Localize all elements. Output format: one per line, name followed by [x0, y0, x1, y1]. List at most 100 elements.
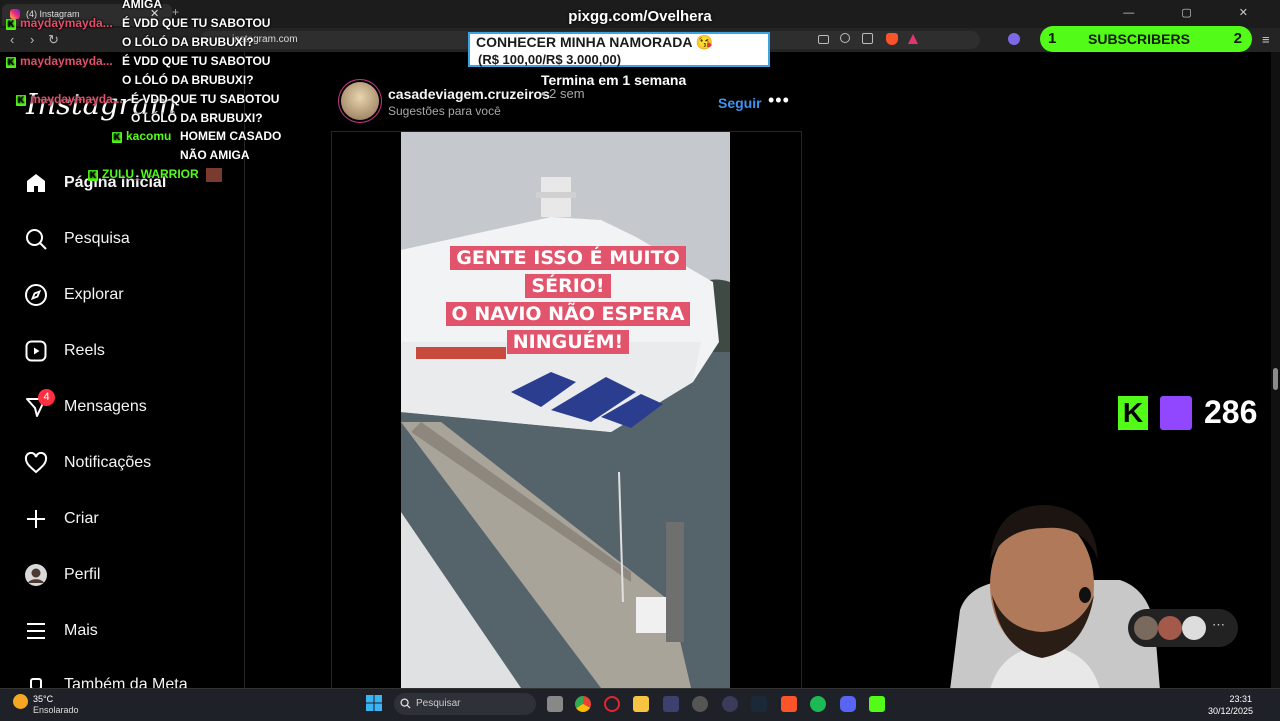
discord-icon[interactable] [840, 696, 856, 712]
post-caption-overlay: GENTE ISSO É MUITO SÉRIO! O NAVIO NÃO ES… [434, 244, 702, 356]
kick-icon: K [112, 132, 122, 143]
subscribers-counter: 1 SUBSCRIBERS 2 [1040, 26, 1252, 52]
zoom-icon[interactable] [840, 33, 850, 43]
browser-menu-icon[interactable]: ≡ [1262, 32, 1270, 47]
viewer-counter: K 286 [1118, 394, 1268, 432]
app-icon[interactable] [722, 696, 738, 712]
nav-notifications[interactable]: Notificações [22, 445, 232, 485]
chat-message: K ZULU_WARRIOR [88, 165, 223, 184]
scrollbar-thumb[interactable] [1273, 368, 1278, 390]
kick-icon: K [6, 57, 16, 68]
chat-message-text: É VDD QUE TU SABOTOU O LÓLÓ DA BRUBUXI? [122, 54, 271, 87]
post-suggestion-label: Sugestões para você [388, 104, 501, 118]
page-scrollbar[interactable] [1271, 52, 1280, 688]
menu-icon [27, 623, 45, 639]
nav-reels-label: Reels [64, 342, 105, 359]
nav-search-label: Pesquisa [64, 230, 130, 247]
back-button[interactable]: ‹ [10, 32, 14, 47]
nav-more[interactable]: Mais [22, 613, 232, 653]
chat-message: Kmaydaymayda... [6, 14, 113, 33]
reload-button[interactable]: ↻ [48, 32, 59, 48]
chat-message-text: AMIGA [122, 0, 162, 11]
chat-message-text: É VDD QUE TU SABOTOU O LÓLÓ DA BRUBUXI? [122, 16, 271, 49]
streamer-webcam [880, 500, 1210, 690]
nav-reels[interactable]: Reels [22, 333, 232, 373]
steam-icon[interactable] [751, 696, 767, 712]
post-author-avatar[interactable] [341, 82, 379, 120]
spotify-icon[interactable] [810, 696, 826, 712]
taskbar-search[interactable]: Pesquisar [394, 693, 536, 715]
heart-icon [24, 451, 48, 474]
clock-time: 23:31 [1229, 694, 1252, 704]
clock-date: 30/12/2025 [1208, 706, 1254, 716]
video-call-participants[interactable]: ⋯ [1128, 609, 1238, 647]
meta-icon [30, 678, 42, 688]
kick-logo-icon: K [1118, 396, 1148, 430]
weather-temperature[interactable]: 35°C [33, 694, 53, 704]
chrome-icon[interactable] [575, 696, 591, 712]
more-options-icon[interactable]: ⋯ [1212, 617, 1225, 633]
app-icon[interactable] [663, 696, 679, 712]
nav-create[interactable]: Criar [22, 501, 232, 541]
chat-username: ZULU_WARRIOR [102, 167, 199, 181]
donation-goal-box: CONHECER MINHA NAMORADA 😘 (R$ 100,00/R$ … [468, 32, 770, 67]
subscribers-count-left: 1 [1048, 30, 1057, 47]
chat-message-text: HOMEM CASADO NÃO AMIGA [180, 129, 282, 162]
post-time: • 2 sem [541, 86, 585, 101]
chat-username: maydaymayda... [20, 54, 113, 68]
participant-avatar [1158, 616, 1182, 640]
kick-icon: K [16, 95, 26, 106]
caption-line-3: NINGUÉM! [506, 330, 630, 354]
nav-search[interactable]: Pesquisa [22, 221, 232, 261]
chat-message: Kmaydaymayda... [6, 52, 113, 71]
post-options-button[interactable]: ••• [768, 90, 790, 111]
cast-icon[interactable] [818, 35, 829, 44]
chat-message: Kkacomu [112, 127, 171, 146]
nav-messages-label: Mensagens [64, 398, 147, 415]
post-username[interactable]: casadeviagem.cruzeiros [388, 86, 550, 102]
search-icon [400, 698, 411, 709]
reels-icon [25, 340, 47, 362]
share-icon[interactable] [862, 33, 873, 44]
brave-icon[interactable] [781, 696, 797, 712]
viewer-count: 286 [1204, 394, 1258, 430]
donation-goal-progress: (R$ 100,00/R$ 3.000,00) [478, 52, 622, 67]
nav-create-label: Criar [64, 510, 99, 527]
chat-emote-icon [206, 167, 223, 182]
taskbar-search-label: Pesquisar [416, 698, 461, 709]
task-view-icon[interactable] [547, 696, 563, 712]
brave-shield-icon[interactable] [886, 33, 898, 45]
kick-icon: K [88, 170, 98, 181]
chat-username: maydaymayda... [20, 16, 113, 30]
brave-rewards-icon[interactable] [908, 34, 918, 44]
kick-app-icon[interactable] [869, 696, 885, 712]
windows-start-icon[interactable] [366, 695, 382, 711]
file-explorer-icon[interactable] [633, 696, 649, 712]
nav-explore[interactable]: Explorar [22, 277, 232, 317]
subscribers-count-right: 2 [1233, 30, 1242, 47]
nav-also-from-meta-label: Também da Meta [64, 676, 188, 688]
forward-button[interactable]: › [30, 32, 34, 47]
windows-logo [366, 695, 382, 711]
cruise-ship-image [401, 132, 730, 688]
chat-username: maydaymayda... [30, 92, 123, 106]
donation-goal-title: CONHECER MINHA NAMORADA 😘 [476, 34, 714, 50]
nav-profile[interactable]: Perfil [22, 557, 232, 597]
weather-sun-icon[interactable] [13, 694, 28, 709]
opera-icon[interactable] [604, 696, 620, 712]
weather-condition[interactable]: Ensolarado [33, 705, 79, 715]
nav-messages[interactable]: 4 Mensagens [22, 389, 232, 429]
avatar-icon [25, 564, 47, 586]
extension-icon[interactable] [1008, 33, 1020, 45]
caption-line-1: GENTE ISSO É MUITO SÉRIO! [450, 246, 686, 298]
chat-message-text: É VDD QUE TU SABOTOU O LÓLÓ DA BRUBUXI? [131, 92, 280, 125]
taskbar-clock[interactable]: 23:31 30/12/2025 [1208, 693, 1254, 717]
nav-also-from-meta[interactable]: Também da Meta [22, 667, 232, 688]
chat-message: AMIGA [122, 0, 162, 14]
cruise-ship-photo[interactable] [401, 132, 730, 688]
home-icon [27, 174, 45, 192]
nav-more-label: Mais [64, 622, 98, 639]
nav-profile-label: Perfil [64, 566, 101, 583]
follow-button[interactable]: Seguir [718, 95, 762, 111]
app-icon[interactable] [692, 696, 708, 712]
